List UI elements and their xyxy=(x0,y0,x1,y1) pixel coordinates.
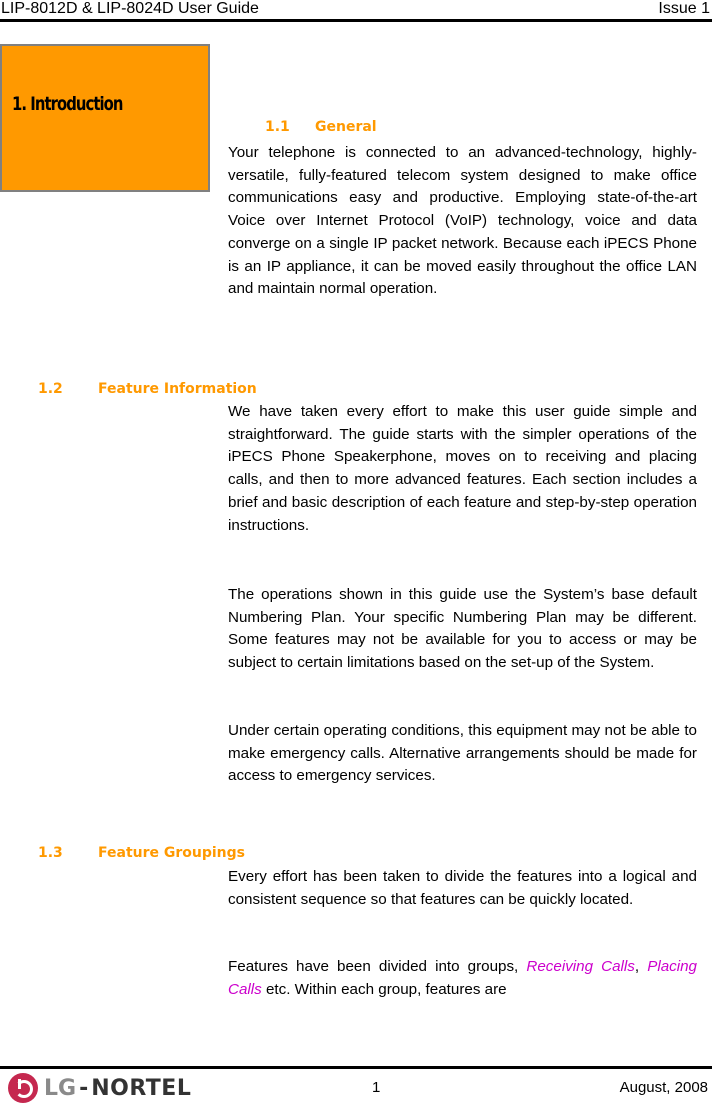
lg-nortel-logo: LG - NORTEL xyxy=(8,1073,191,1103)
logo-lg-text: LG xyxy=(44,1075,77,1101)
section-title: Feature Groupings xyxy=(98,845,245,861)
logo-dash: - xyxy=(79,1075,89,1101)
publication-date: August, 2008 xyxy=(619,1079,708,1096)
paragraph-feature-info-3: Under certain operating conditions, this… xyxy=(228,722,697,785)
section-number: 1.2 xyxy=(38,381,63,397)
issue-label: Issue 1 xyxy=(658,0,710,17)
section-heading-feature-information: 1.2 Feature Information xyxy=(38,381,257,397)
page-header: LIP-8012D & LIP-8024D User Guide Issue 1 xyxy=(0,0,712,22)
text-segment: etc. Within each group, features are xyxy=(261,980,507,998)
header-rule xyxy=(0,19,712,22)
text-segment: Features have been divided into groups, xyxy=(228,958,527,975)
section-number: 1.1 xyxy=(265,119,290,135)
section-heading-general: 1.1 General xyxy=(265,119,377,135)
lg-face-icon xyxy=(8,1073,38,1103)
paragraph-feature-info-1: We have taken every effort to make this … xyxy=(228,403,697,534)
group-link-receiving-calls[interactable]: Receiving Calls xyxy=(526,958,635,975)
logo-nortel-text: NORTEL xyxy=(91,1075,192,1101)
section-heading-feature-groupings: 1.3 Feature Groupings xyxy=(38,845,245,861)
paragraph-feature-info-2: The operations shown in this guide use t… xyxy=(228,586,697,672)
paragraph-general: Your telephone is connected to an advanc… xyxy=(228,144,697,298)
paragraph-feature-groupings-1: Every effort has been taken to divide th… xyxy=(228,868,697,908)
chapter-title-box: 1. Introduction xyxy=(0,44,210,192)
document-title: LIP-8012D & LIP-8024D User Guide xyxy=(1,0,259,17)
footer-rule xyxy=(0,1066,712,1069)
section-title: Feature Information xyxy=(98,381,257,397)
page-number: 1 xyxy=(372,1079,381,1096)
section-title: General xyxy=(315,119,377,135)
text-segment: , xyxy=(634,958,648,975)
section-number: 1.3 xyxy=(38,845,63,861)
chapter-title: 1. Introduction xyxy=(12,93,123,115)
paragraph-feature-groupings-2: Features have been divided into groups, … xyxy=(228,956,697,1001)
